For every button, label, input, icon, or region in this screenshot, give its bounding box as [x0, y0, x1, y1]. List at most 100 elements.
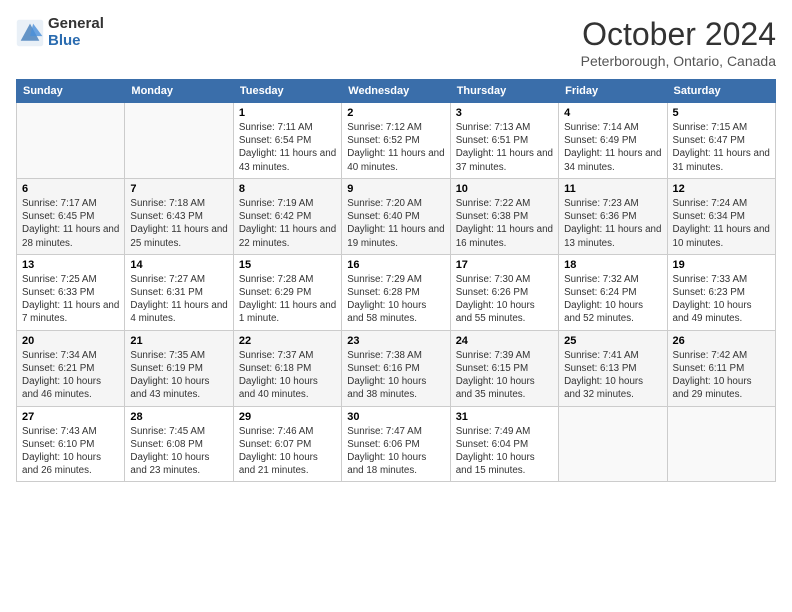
day-number: 14 — [130, 259, 227, 271]
calendar-cell: 21 Sunrise: 7:35 AM Sunset: 6:19 PM Dayli… — [125, 330, 233, 406]
calendar-cell: 3 Sunrise: 7:13 AM Sunset: 6:51 PM Daylig… — [450, 103, 558, 179]
day-number: 23 — [347, 335, 444, 347]
calendar-cell: 13 Sunrise: 7:25 AM Sunset: 6:33 PM Dayli… — [17, 254, 125, 330]
day-info: Sunrise: 7:27 AM Sunset: 6:31 PM Dayligh… — [130, 273, 227, 326]
day-info: Sunrise: 7:25 AM Sunset: 6:33 PM Dayligh… — [22, 273, 119, 326]
calendar-cell: 12Sunrise: 7:24 AM Sunset: 6:34 PM Dayli… — [667, 178, 775, 254]
day-info: Sunrise: 7:39 AM Sunset: 6:15 PM Dayligh… — [456, 349, 553, 402]
calendar-cell: 15 Sunrise: 7:28 AM Sunset: 6:29 PM Dayli… — [233, 254, 341, 330]
weekday-header-row: SundayMondayTuesdayWednesdayThursdayFrid… — [17, 80, 776, 103]
calendar-cell: 5Sunrise: 7:15 AM Sunset: 6:47 PM Daylig… — [667, 103, 775, 179]
logo-blue: Blue — [48, 33, 104, 50]
day-info: Sunrise: 7:41 AM Sunset: 6:13 PM Dayligh… — [564, 349, 661, 402]
day-number: 22 — [239, 335, 336, 347]
calendar-cell — [559, 406, 667, 482]
calendar-cell: 25 Sunrise: 7:41 AM Sunset: 6:13 PM Dayli… — [559, 330, 667, 406]
day-info: Sunrise: 7:49 AM Sunset: 6:04 PM Dayligh… — [456, 425, 553, 478]
day-info: Sunrise: 7:38 AM Sunset: 6:16 PM Dayligh… — [347, 349, 444, 402]
calendar-cell: 24 Sunrise: 7:39 AM Sunset: 6:15 PM Dayli… — [450, 330, 558, 406]
day-info: Sunrise: 7:20 AM Sunset: 6:40 PM Dayligh… — [347, 197, 444, 250]
calendar-cell: 1 Sunrise: 7:11 AM Sunset: 6:54 PM Daylig… — [233, 103, 341, 179]
day-info: Sunrise: 7:29 AM Sunset: 6:28 PM Dayligh… — [347, 273, 444, 326]
day-info: Sunrise: 7:12 AM Sunset: 6:52 PM Dayligh… — [347, 121, 444, 174]
day-info: Sunrise: 7:35 AM Sunset: 6:19 PM Dayligh… — [130, 349, 227, 402]
day-number: 6 — [22, 183, 119, 195]
calendar-cell: 11 Sunrise: 7:23 AM Sunset: 6:36 PM Dayli… — [559, 178, 667, 254]
month-title: October 2024 — [581, 16, 776, 53]
day-info: Sunrise: 7:11 AM Sunset: 6:54 PM Dayligh… — [239, 121, 336, 174]
calendar-cell: 2 Sunrise: 7:12 AM Sunset: 6:52 PM Daylig… — [342, 103, 450, 179]
day-info: Sunrise: 7:33 AM Sunset: 6:23 PM Dayligh… — [673, 273, 770, 326]
day-info: Sunrise: 7:14 AM Sunset: 6:49 PM Dayligh… — [564, 121, 661, 174]
calendar-week-row: 6 Sunrise: 7:17 AM Sunset: 6:45 PM Daylig… — [17, 178, 776, 254]
day-number: 8 — [239, 183, 336, 195]
logo: General Blue — [16, 16, 104, 49]
calendar-cell: 16 Sunrise: 7:29 AM Sunset: 6:28 PM Dayli… — [342, 254, 450, 330]
day-info: Sunrise: 7:32 AM Sunset: 6:24 PM Dayligh… — [564, 273, 661, 326]
calendar-cell: 22 Sunrise: 7:37 AM Sunset: 6:18 PM Dayli… — [233, 330, 341, 406]
calendar-cell: 8 Sunrise: 7:19 AM Sunset: 6:42 PM Daylig… — [233, 178, 341, 254]
day-info: Sunrise: 7:28 AM Sunset: 6:29 PM Dayligh… — [239, 273, 336, 326]
calendar-cell: 20Sunrise: 7:34 AM Sunset: 6:21 PM Dayli… — [17, 330, 125, 406]
day-number: 11 — [564, 183, 661, 195]
calendar-cell: 18 Sunrise: 7:32 AM Sunset: 6:24 PM Dayli… — [559, 254, 667, 330]
day-number: 10 — [456, 183, 553, 195]
day-number: 24 — [456, 335, 553, 347]
calendar-cell: 4 Sunrise: 7:14 AM Sunset: 6:49 PM Daylig… — [559, 103, 667, 179]
calendar-cell: 14 Sunrise: 7:27 AM Sunset: 6:31 PM Dayli… — [125, 254, 233, 330]
calendar-cell: 9Sunrise: 7:20 AM Sunset: 6:40 PM Daylig… — [342, 178, 450, 254]
page-header: General Blue October 2024 Peterborough, … — [16, 16, 776, 69]
calendar-week-row: 1 Sunrise: 7:11 AM Sunset: 6:54 PM Daylig… — [17, 103, 776, 179]
day-info: Sunrise: 7:23 AM Sunset: 6:36 PM Dayligh… — [564, 197, 661, 250]
logo-icon — [16, 19, 44, 47]
day-number: 1 — [239, 107, 336, 119]
day-number: 12 — [673, 183, 770, 195]
day-number: 28 — [130, 411, 227, 423]
logo-general: General — [48, 16, 104, 33]
day-number: 30 — [347, 411, 444, 423]
day-number: 7 — [130, 183, 227, 195]
day-number: 17 — [456, 259, 553, 271]
day-info: Sunrise: 7:47 AM Sunset: 6:06 PM Dayligh… — [347, 425, 444, 478]
calendar-cell — [125, 103, 233, 179]
day-number: 4 — [564, 107, 661, 119]
day-number: 29 — [239, 411, 336, 423]
day-number: 18 — [564, 259, 661, 271]
day-number: 27 — [22, 411, 119, 423]
calendar-cell: 28Sunrise: 7:45 AM Sunset: 6:08 PM Dayli… — [125, 406, 233, 482]
day-number: 13 — [22, 259, 119, 271]
day-number: 15 — [239, 259, 336, 271]
calendar-cell: 23 Sunrise: 7:38 AM Sunset: 6:16 PM Dayli… — [342, 330, 450, 406]
day-info: Sunrise: 7:18 AM Sunset: 6:43 PM Dayligh… — [130, 197, 227, 250]
calendar-cell: 6 Sunrise: 7:17 AM Sunset: 6:45 PM Daylig… — [17, 178, 125, 254]
day-number: 21 — [130, 335, 227, 347]
calendar-cell: 7 Sunrise: 7:18 AM Sunset: 6:43 PM Daylig… — [125, 178, 233, 254]
day-info: Sunrise: 7:13 AM Sunset: 6:51 PM Dayligh… — [456, 121, 553, 174]
day-number: 3 — [456, 107, 553, 119]
title-block: October 2024 Peterborough, Ontario, Cana… — [581, 16, 776, 69]
day-number: 2 — [347, 107, 444, 119]
day-number: 5 — [673, 107, 770, 119]
day-number: 25 — [564, 335, 661, 347]
weekday-header-cell: Sunday — [17, 80, 125, 103]
calendar-body: 1 Sunrise: 7:11 AM Sunset: 6:54 PM Daylig… — [17, 103, 776, 482]
day-info: Sunrise: 7:17 AM Sunset: 6:45 PM Dayligh… — [22, 197, 119, 250]
calendar-cell: 10Sunrise: 7:22 AM Sunset: 6:38 PM Dayli… — [450, 178, 558, 254]
location-title: Peterborough, Ontario, Canada — [581, 53, 776, 69]
day-number: 20 — [22, 335, 119, 347]
day-info: Sunrise: 7:19 AM Sunset: 6:42 PM Dayligh… — [239, 197, 336, 250]
weekday-header-cell: Monday — [125, 80, 233, 103]
day-info: Sunrise: 7:42 AM Sunset: 6:11 PM Dayligh… — [673, 349, 770, 402]
day-info: Sunrise: 7:43 AM Sunset: 6:10 PM Dayligh… — [22, 425, 119, 478]
day-info: Sunrise: 7:46 AM Sunset: 6:07 PM Dayligh… — [239, 425, 336, 478]
calendar-cell: 30 Sunrise: 7:47 AM Sunset: 6:06 PM Dayli… — [342, 406, 450, 482]
weekday-header-cell: Thursday — [450, 80, 558, 103]
weekday-header-cell: Saturday — [667, 80, 775, 103]
day-info: Sunrise: 7:37 AM Sunset: 6:18 PM Dayligh… — [239, 349, 336, 402]
calendar-cell: 27 Sunrise: 7:43 AM Sunset: 6:10 PM Dayli… — [17, 406, 125, 482]
calendar-cell: 19Sunrise: 7:33 AM Sunset: 6:23 PM Dayli… — [667, 254, 775, 330]
day-number: 16 — [347, 259, 444, 271]
calendar-cell: 26 Sunrise: 7:42 AM Sunset: 6:11 PM Dayli… — [667, 330, 775, 406]
day-number: 26 — [673, 335, 770, 347]
weekday-header-cell: Tuesday — [233, 80, 341, 103]
